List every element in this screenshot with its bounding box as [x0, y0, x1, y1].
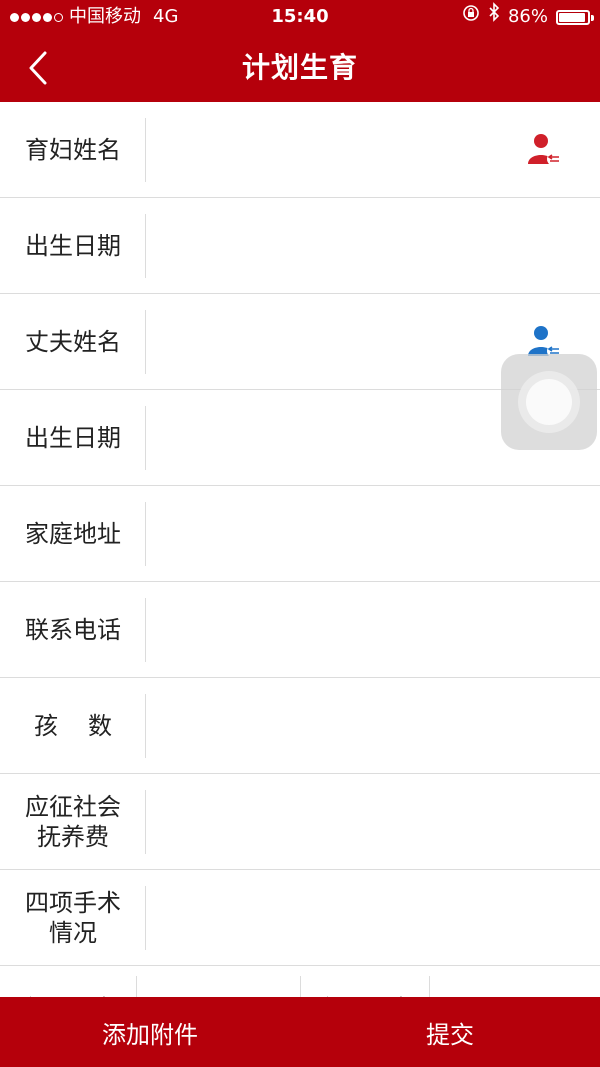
form-row-four-surgeries: 四项手术情况 [0, 870, 600, 966]
divider [145, 694, 146, 758]
assistive-touch-button[interactable] [501, 354, 597, 450]
children-count-input[interactable] [150, 688, 540, 766]
divider [145, 886, 146, 950]
form-row-social-support-fee: 应征社会抚养费 [0, 774, 600, 870]
husband-name-label: 丈夫姓名 [25, 327, 121, 356]
phone-label: 联系电话 [25, 615, 121, 644]
address-input[interactable] [150, 496, 540, 574]
wife-birthdate-input[interactable] [150, 208, 540, 286]
form-row-phone: 联系电话 [0, 582, 600, 678]
nav-bar: 计划生育 [0, 34, 600, 102]
form-row-wife-name: 育妇姓名 [0, 102, 600, 198]
address-label: 家庭地址 [25, 519, 121, 548]
form-row-children-count: 孩数 [0, 678, 600, 774]
battery-percent: 86% [507, 6, 548, 27]
phone-input[interactable] [150, 592, 540, 670]
social-support-fee-label: 应征社会抚养费 [25, 792, 121, 851]
divider [145, 310, 146, 374]
husband-birthdate-label: 出生日期 [25, 423, 121, 452]
divider [145, 118, 146, 182]
top-bar: 中国移动 4G 15:40 86% 计划生育 [0, 0, 600, 102]
children-count-label: 孩数 [34, 711, 142, 740]
wife-birthdate-label: 出生日期 [25, 231, 121, 260]
add-attachment-button[interactable]: 添加附件 [0, 997, 300, 1067]
wife-name-input[interactable] [150, 112, 540, 190]
submit-button[interactable]: 提交 [300, 997, 600, 1067]
divider [145, 790, 146, 854]
divider [145, 502, 146, 566]
wife-name-label: 育妇姓名 [25, 135, 121, 164]
person-picker-icon [528, 134, 561, 166]
four-surgeries-input[interactable] [150, 880, 540, 958]
husband-name-input[interactable] [150, 304, 540, 382]
page-title: 计划生育 [241, 51, 358, 84]
bottom-action-bar: 添加附件 提交 [0, 997, 600, 1067]
status-bar: 中国移动 4G 15:40 86% [0, 0, 600, 34]
divider [145, 214, 146, 278]
divider [145, 598, 146, 662]
family-planning-form: 育妇姓名 出生日期 丈夫姓名 出生日期 家庭地址 联系电话 孩数 应征社会抚养费… [0, 102, 600, 1006]
husband-birthdate-input[interactable] [150, 400, 540, 478]
form-row-address: 家庭地址 [0, 486, 600, 582]
rotation-lock-icon [462, 0, 480, 34]
social-support-fee-input[interactable] [150, 784, 540, 862]
divider [145, 406, 146, 470]
battery-icon [556, 9, 594, 25]
contact-picker-button[interactable] [526, 132, 562, 168]
four-surgeries-label: 四项手术情况 [25, 888, 121, 947]
bluetooth-icon [488, 0, 500, 34]
form-row-wife-birthdate: 出生日期 [0, 198, 600, 294]
